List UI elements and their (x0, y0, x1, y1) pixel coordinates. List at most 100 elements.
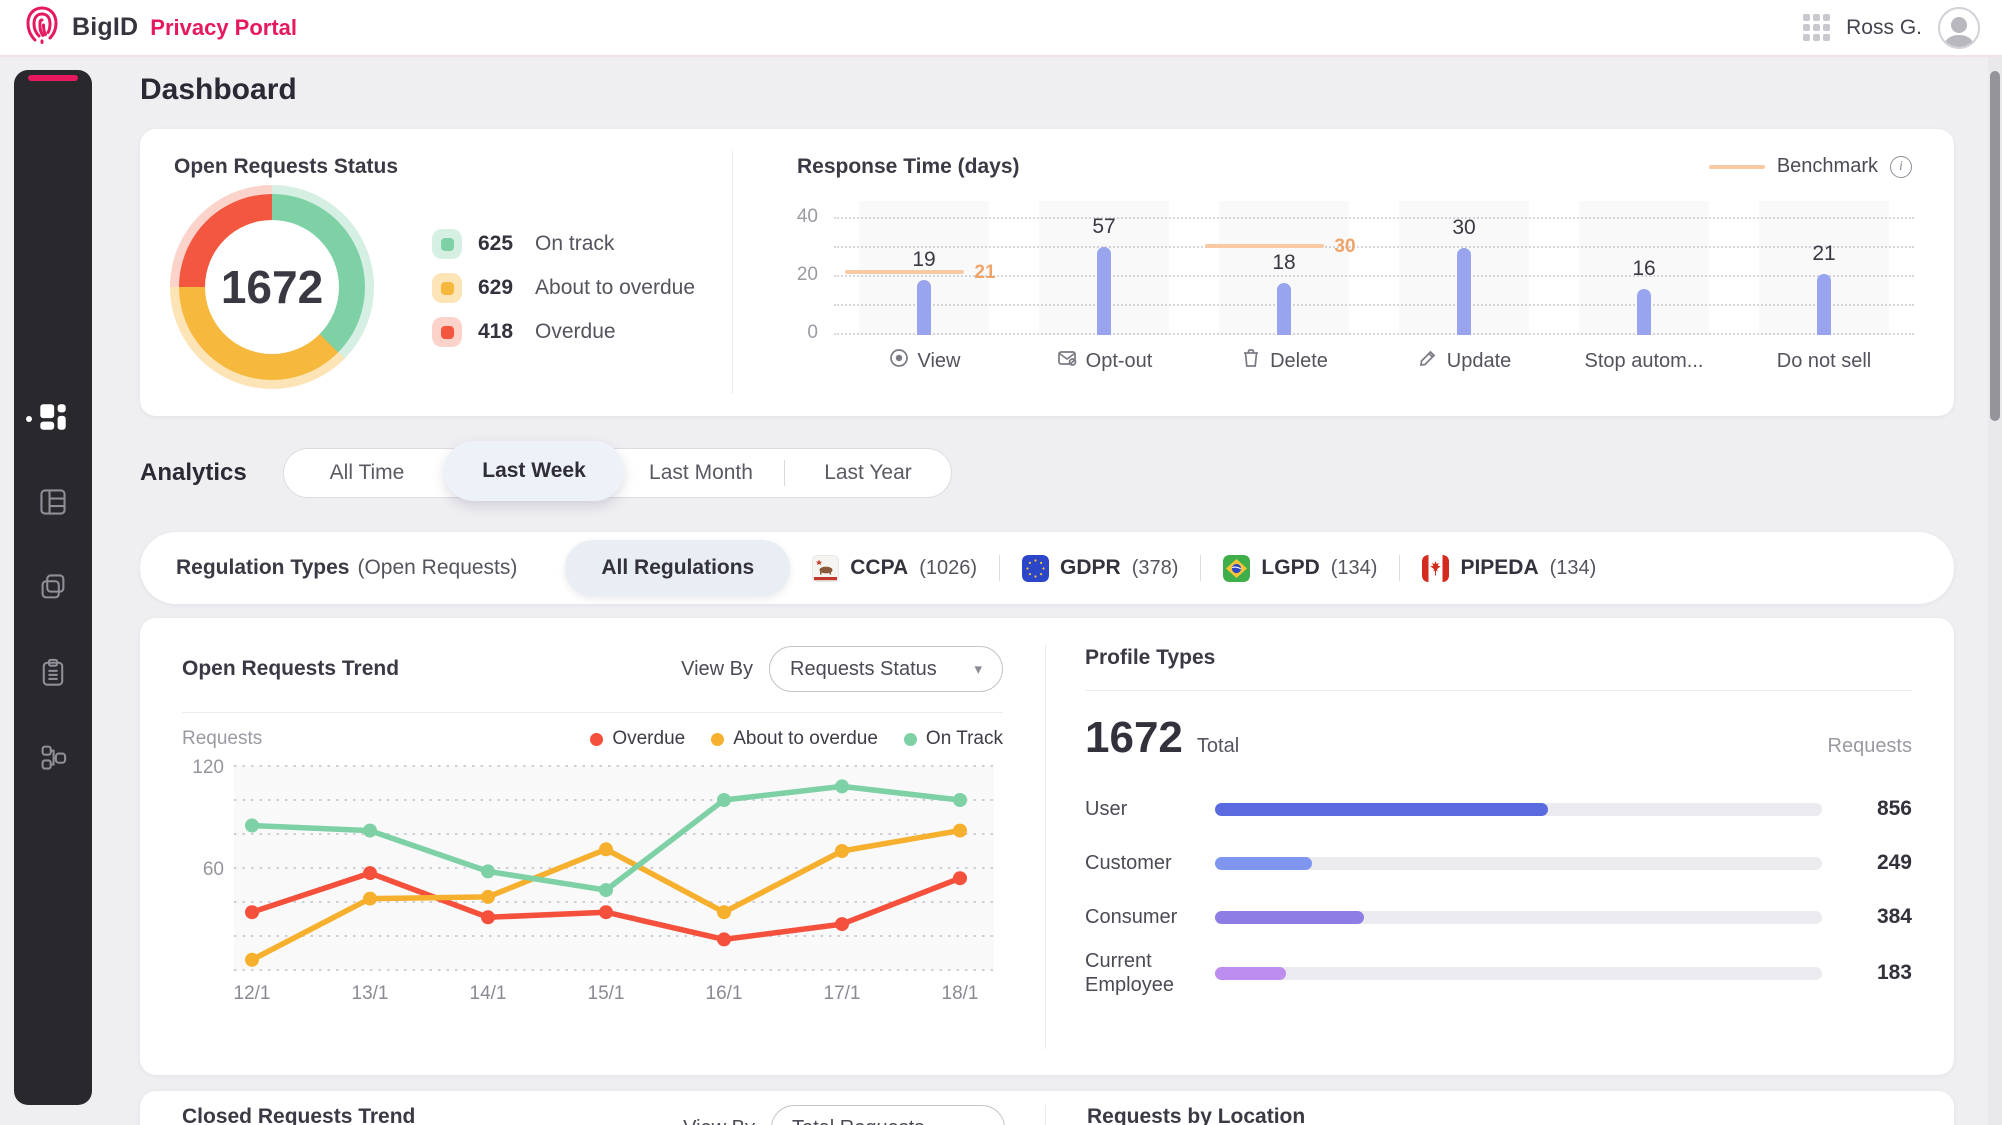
about-to-overdue-swatch-icon (432, 273, 462, 303)
view-by-label: View By (683, 1117, 755, 1125)
sidebar-item-requests[interactable] (36, 487, 70, 521)
ytick-40: 40 (797, 206, 818, 228)
overdue-dot-icon (590, 733, 603, 746)
sidebar-item-dashboard[interactable] (36, 402, 70, 436)
on-track-label: On track (535, 232, 614, 256)
benchmark-line (845, 270, 964, 274)
category-opt-out: Opt-out (1014, 347, 1194, 375)
sidebar-item-pages[interactable] (36, 572, 70, 606)
bar-column-stop-automation[interactable]: 16 (1554, 219, 1734, 335)
bar-value-stop-automation: 16 (1554, 257, 1734, 281)
open-requests-trend-panel: Open Requests Trend View By Requests Sta… (140, 618, 1045, 1011)
legend-item-on-track: 625 On track (432, 229, 695, 259)
regulation-types-card: Regulation Types (Open Requests) All Reg… (140, 532, 1954, 604)
bar-column-update[interactable]: 30 (1374, 219, 1554, 335)
tab-last-year[interactable]: Last Year (785, 448, 951, 498)
bar-column-opt-out[interactable]: 57 (1014, 219, 1194, 335)
user-name: Ross G. (1846, 16, 1922, 40)
view-by-select-total-requests[interactable]: Total Requests ▾ (771, 1105, 1005, 1125)
response-x-axis: View Opt-out (834, 347, 1914, 375)
bar-column-delete[interactable]: 18 30 (1194, 219, 1374, 335)
california-flag-icon (812, 555, 839, 582)
apps-grid-icon[interactable] (1803, 14, 1830, 41)
user-bar (1215, 803, 1548, 816)
view-icon (888, 347, 910, 375)
requests-by-location-title: Requests by Location (1087, 1105, 1305, 1125)
svg-text:16/1: 16/1 (706, 983, 743, 1004)
customer-bar (1215, 857, 1312, 870)
profile-type-bars: User 856 Customer 249 Consumer 384 (1085, 787, 1912, 997)
panel-divider (1045, 1105, 1046, 1125)
category-do-not-sell: Do not sell (1734, 347, 1914, 375)
open-requests-donut-chart[interactable]: 1672 (170, 185, 374, 389)
chevron-down-icon: ▾ (974, 660, 982, 678)
svg-text:13/1: 13/1 (352, 983, 389, 1004)
page-scrollbar-thumb[interactable] (1990, 71, 2000, 421)
pencil-icon (1417, 347, 1439, 375)
tab-ccpa[interactable]: CCPA (1026) (790, 555, 999, 582)
tab-pipeda[interactable]: PIPEDA (134) (1400, 555, 1618, 582)
analytics-title: Analytics (140, 459, 283, 487)
section-divider (1085, 690, 1912, 691)
current-employee-bar (1215, 967, 1286, 980)
table-icon (38, 487, 68, 522)
tab-last-month[interactable]: Last Month (618, 448, 784, 498)
top-bar: BigID Privacy Portal Ross G. (0, 0, 2002, 57)
benchmark-line-icon (1709, 165, 1765, 169)
bar-stop-automation (1637, 289, 1651, 335)
bar-view (917, 280, 931, 335)
on-track-dot-icon (904, 733, 917, 746)
open-requests-trend-chart[interactable]: 6012012/113/114/115/116/117/118/1 (182, 754, 1002, 1006)
section-divider (182, 712, 1003, 713)
response-y-axis: 40 20 0 (782, 219, 824, 335)
sidebar-accent-bar (28, 75, 78, 81)
user-avatar[interactable] (1938, 7, 1980, 49)
ytick-0: 0 (807, 322, 818, 344)
regulation-types-label: Regulation Types (176, 556, 349, 580)
canada-flag-icon (1422, 555, 1449, 582)
tab-gdpr[interactable]: GDPR (378) (1000, 555, 1200, 582)
on-track-swatch-icon (432, 229, 462, 259)
tab-all-time[interactable]: All Time (284, 448, 450, 498)
profile-row-customer: Customer 249 (1085, 841, 1912, 885)
bar-delete (1277, 283, 1291, 335)
sidebar-item-workflows[interactable] (36, 742, 70, 776)
analytics-row: Analytics All Time Last Week Last Month … (140, 448, 1954, 498)
benchmark-value: 21 (974, 262, 995, 284)
tab-all-regulations[interactable]: All Regulations (565, 540, 790, 596)
benchmark-line (1205, 244, 1324, 248)
brand-logo[interactable]: BigID (22, 3, 138, 52)
main-content: Dashboard Open Requests Status 1672 625 … (140, 57, 1954, 1125)
bar-value-update: 30 (1374, 216, 1554, 240)
trend-profile-card: Open Requests Trend View By Requests Sta… (140, 618, 1954, 1075)
tab-lgpd[interactable]: LGPD (134) (1201, 555, 1399, 582)
on-track-count: 625 (478, 232, 513, 256)
bar-column-view[interactable]: 19 21 (834, 219, 1014, 335)
closed-requests-card: Closed Requests Trend View By Total Requ… (140, 1091, 1954, 1125)
bar-value-do-not-sell: 21 (1734, 242, 1914, 266)
legend-item-about-to-overdue: 629 About to overdue (432, 273, 695, 303)
sidebar-item-tasks[interactable] (36, 657, 70, 691)
page-scrollbar-track[interactable] (1988, 57, 2002, 1125)
bar-column-do-not-sell[interactable]: 21 (1734, 219, 1914, 335)
profile-total-value: 1672 (1085, 713, 1183, 763)
ytick-20: 20 (797, 264, 818, 286)
svg-text:15/1: 15/1 (588, 983, 625, 1004)
profile-total-label: Total (1197, 735, 1239, 758)
bar-value-opt-out: 57 (1014, 215, 1194, 239)
consumer-bar (1215, 911, 1364, 924)
category-stop-automation: Stop autom... (1554, 347, 1734, 375)
closed-requests-trend-title: Closed Requests Trend (182, 1105, 415, 1125)
info-icon[interactable]: i (1890, 156, 1912, 178)
bigid-fingerprint-icon (22, 3, 62, 52)
view-by-select[interactable]: Requests Status ▾ (769, 646, 1003, 692)
svg-text:120: 120 (192, 757, 224, 778)
tab-last-week[interactable]: Last Week (444, 441, 624, 501)
svg-text:18/1: 18/1 (942, 983, 979, 1004)
overdue-swatch-icon (432, 317, 462, 347)
benchmark-value: 30 (1334, 236, 1355, 258)
page-title: Dashboard (140, 73, 1954, 107)
trend-legend: Overdue About to overdue On Track (590, 728, 1003, 750)
chevron-down-icon: ▾ (976, 1119, 984, 1125)
profile-types-title: Profile Types (1085, 646, 1912, 670)
